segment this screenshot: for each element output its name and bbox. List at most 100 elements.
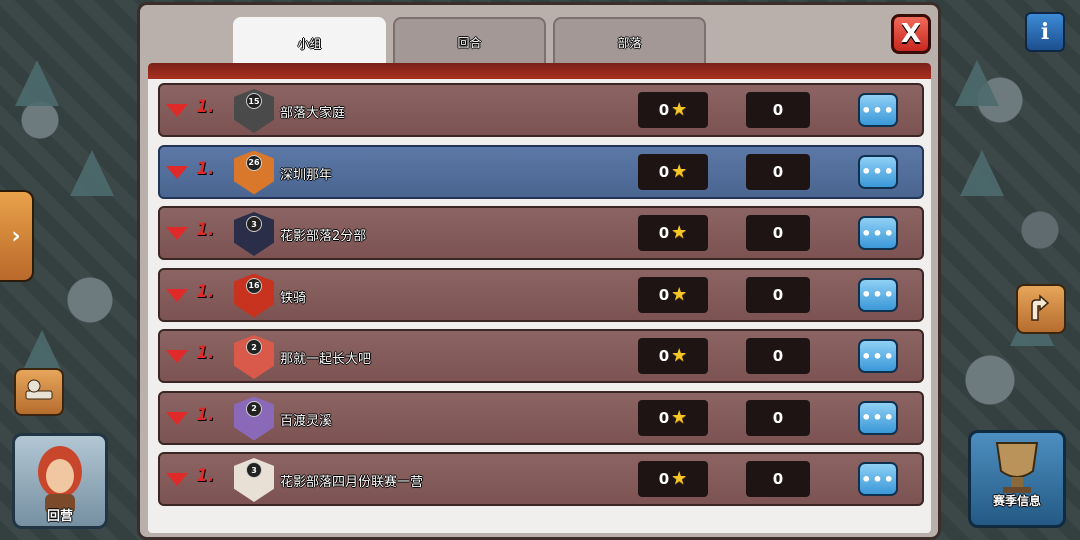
clan-badge-icon: 2 (234, 335, 274, 379)
villager-portrait-icon (38, 446, 82, 514)
stars-count: 0 (658, 470, 670, 488)
tree-decoration (955, 60, 999, 106)
rank-number: 1. (196, 220, 215, 240)
stars-count: 0 (658, 285, 670, 304)
clan-name: 部落大家庭 (280, 106, 346, 121)
more-options-button[interactable]: ••• (858, 339, 898, 373)
clan-badge-icon: 2 (234, 396, 274, 441)
destruction-value: 0 (772, 285, 784, 304)
stars-box: 0 ★ (638, 461, 708, 497)
rank-down-arrow-icon (166, 104, 188, 117)
clan-level: 2 (246, 339, 262, 355)
clan-name: 深圳那年 (280, 167, 333, 183)
rank-number: 1. (196, 281, 215, 302)
more-options-button[interactable]: ••• (858, 400, 898, 435)
rank-down-arrow-icon (166, 165, 188, 179)
stars-count: 0 (658, 347, 670, 365)
stars-count: 0 (658, 224, 670, 242)
ellipsis-icon: ••• (861, 285, 895, 304)
rank-number: 1. (196, 343, 215, 363)
season-info-button[interactable]: 赛季信息 (968, 430, 1066, 528)
clan-level: 15 (246, 93, 262, 109)
destruction-value: 0 (772, 470, 784, 488)
more-options-button[interactable]: ••• (858, 216, 898, 250)
stars-count: 0 (658, 408, 670, 427)
chevron-right-icon: › (11, 223, 21, 249)
clan-badge-icon: 15 (234, 89, 274, 133)
stars-box: 0 ★ (638, 153, 708, 190)
more-options-button[interactable]: ••• (858, 93, 898, 127)
destruction-value: 0 (772, 224, 784, 242)
home-label: 回营 (46, 509, 73, 524)
return-home-button[interactable]: 回营 (12, 433, 108, 529)
destruction-box: 0 (746, 461, 810, 497)
rank-number: 1. (196, 158, 215, 179)
clan-ranking-list[interactable]: 1. 15 部落大家庭 0 ★ 0 ••• 1. 26 深圳那年 0 ★ 0 •… (148, 63, 931, 533)
stars-count: 0 (658, 101, 670, 119)
stars-box: 0 ★ (638, 338, 708, 374)
clan-row[interactable]: 1. 3 花影部落2分部 0 ★ 0 ••• (158, 206, 924, 260)
clan-name: 花影部落四月份联赛一营 (280, 475, 424, 490)
clan-row[interactable]: 1. 3 花影部落四月份联赛一营 0 ★ 0 ••• (158, 452, 924, 506)
tab-bar: 小组 回合 部落 (233, 17, 706, 67)
clan-badge-icon: 3 (234, 458, 274, 502)
more-options-button[interactable]: ••• (858, 154, 898, 189)
clan-badge-icon: 16 (234, 273, 274, 318)
destruction-value: 0 (772, 162, 784, 181)
ellipsis-icon: ••• (861, 408, 895, 427)
rank-down-arrow-icon (166, 411, 188, 425)
tree-decoration (70, 150, 114, 196)
clan-row[interactable]: 1. 2 百渡灵溪 0 ★ 0 ••• (158, 390, 924, 445)
more-options-button[interactable]: ••• (858, 462, 898, 496)
clan-name: 铁骑 (280, 290, 307, 306)
swap-button[interactable] (1016, 284, 1066, 334)
tree-decoration (960, 150, 1004, 196)
clan-row[interactable]: 1. 2 那就一起长大吧 0 ★ 0 ••• (158, 329, 924, 383)
destruction-box: 0 (746, 276, 810, 313)
ellipsis-icon: ••• (861, 100, 895, 120)
tree-decoration (15, 60, 59, 106)
star-icon: ★ (671, 160, 688, 182)
ellipsis-icon: ••• (861, 223, 895, 243)
rank-down-arrow-icon (166, 350, 188, 363)
season-info-label: 赛季信息 (992, 494, 1041, 508)
tab-round[interactable]: 回合 (393, 17, 546, 65)
tab-group[interactable]: 小组 (233, 17, 386, 67)
star-icon: ★ (671, 406, 688, 428)
close-button[interactable]: X (891, 14, 931, 54)
clan-level: 3 (246, 462, 262, 478)
tab-clan[interactable]: 部落 (553, 17, 706, 65)
builder-button[interactable] (14, 368, 64, 416)
destruction-box: 0 (746, 153, 810, 190)
clan-row[interactable]: 1. 16 铁骑 0 ★ 0 ••• (158, 267, 924, 322)
stars-box: 0 ★ (638, 215, 708, 251)
stars-count: 0 (658, 162, 670, 181)
stars-box: 0 ★ (638, 399, 708, 436)
clan-badge-icon: 26 (234, 150, 274, 195)
clan-level: 16 (246, 277, 262, 294)
destruction-value: 0 (772, 101, 784, 119)
rank-number: 1. (196, 404, 215, 425)
destruction-box: 0 (746, 399, 810, 436)
clan-level: 2 (246, 400, 262, 417)
clan-row[interactable]: 1. 15 部落大家庭 0 ★ 0 ••• (158, 83, 924, 137)
close-icon: X (900, 19, 922, 49)
more-options-button[interactable]: ••• (858, 277, 898, 312)
destruction-box: 0 (746, 92, 810, 128)
star-icon: ★ (671, 99, 688, 120)
rank-down-arrow-icon (166, 288, 188, 302)
stars-box: 0 ★ (638, 276, 708, 313)
destruction-value: 0 (772, 347, 784, 365)
destruction-box: 0 (746, 338, 810, 374)
rank-down-arrow-icon (166, 227, 188, 240)
clan-row[interactable]: 1. 26 深圳那年 0 ★ 0 ••• (158, 144, 924, 199)
hand-swap-icon (1031, 294, 1050, 321)
info-button[interactable]: i (1025, 12, 1065, 52)
destruction-box: 0 (746, 215, 810, 251)
rank-number: 1. (196, 466, 215, 486)
clan-badge-icon: 3 (234, 212, 274, 256)
expand-side-menu-button[interactable]: › (0, 190, 34, 282)
builder-icon (25, 379, 53, 400)
star-icon: ★ (671, 222, 688, 243)
league-panel: 小组 回合 部落 X 1. 15 部落大家庭 0 ★ 0 ••• 1. 26 深… (137, 2, 941, 540)
